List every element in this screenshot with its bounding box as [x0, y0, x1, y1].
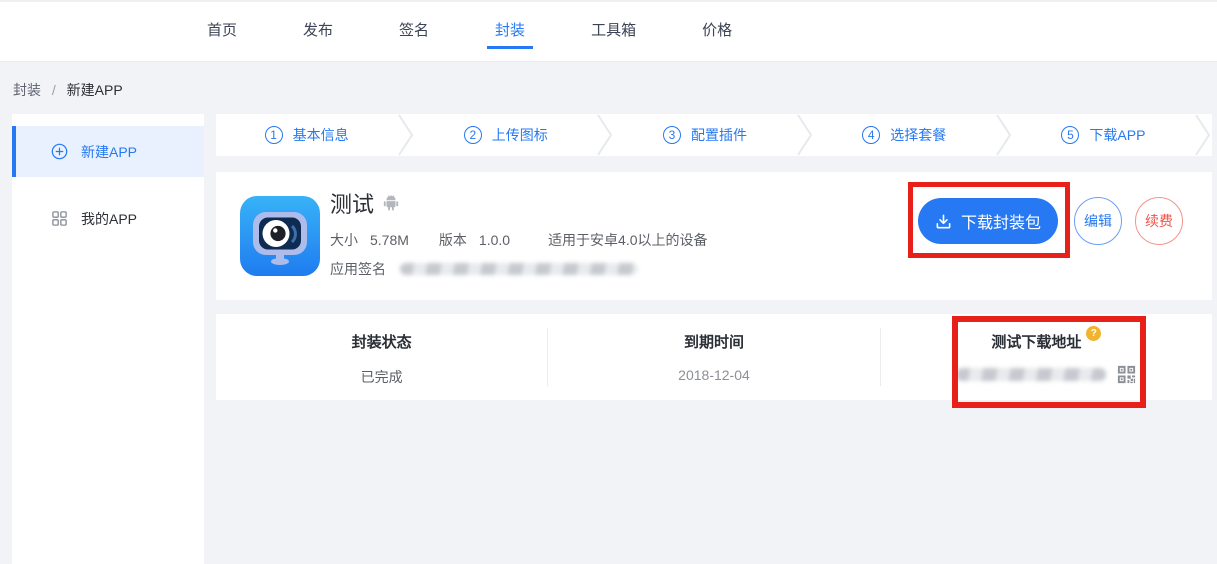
- step-label: 选择套餐: [890, 125, 946, 145]
- sidebar-item-label: 我的APP: [81, 209, 137, 229]
- breadcrumb-separator: /: [52, 82, 56, 98]
- breadcrumb: 封装 / 新建APP: [13, 80, 123, 100]
- step-number-badge: 5: [1061, 126, 1079, 144]
- step-number-badge: 2: [464, 126, 482, 144]
- test-download-url-label: 测试下载地址: [991, 331, 1081, 352]
- help-icon[interactable]: ?: [1086, 326, 1101, 341]
- step-label: 基本信息: [293, 125, 349, 145]
- signature-redacted-value: [400, 263, 638, 275]
- test-download-url-column: 测试下载地址 ?: [881, 314, 1212, 400]
- app-meta: 大小 5.78M 版本 1.0.0 适用于安卓4.0以上的设备: [330, 230, 708, 250]
- step-configure-plugins[interactable]: 3 配置插件: [614, 114, 795, 156]
- size-label: 大小: [330, 230, 358, 250]
- version-label: 版本: [439, 230, 467, 250]
- expiry-date-label: 到期时间: [684, 331, 744, 352]
- app-info: 测试 大小 5.78M 版本 1.0.0 适用于安卓4.0以上的设备 应用签名: [330, 187, 708, 279]
- edit-button[interactable]: 编辑: [1074, 197, 1122, 245]
- qr-code-icon[interactable]: [1116, 364, 1137, 385]
- main-nav: 首页 发布 签名 封装 工具箱 价格: [0, 2, 1217, 61]
- chevron-right-icon: [397, 114, 415, 156]
- chevron-right-icon: [596, 114, 614, 156]
- app-summary-card: 测试 大小 5.78M 版本 1.0.0 适用于安卓4.0以上的设备 应用签名: [216, 172, 1212, 300]
- status-card: 封装状态 已完成 到期时间 2018-12-04 测试下载地址 ?: [216, 314, 1212, 400]
- nav-item-toolbox[interactable]: 工具箱: [583, 14, 644, 49]
- android-icon: [382, 194, 400, 212]
- size-value: 5.78M: [370, 232, 409, 248]
- top-nav-bar: 首页 发布 签名 封装 工具箱 价格: [0, 0, 1217, 62]
- app-signature-row: 应用签名: [330, 259, 708, 279]
- breadcrumb-current: 新建APP: [67, 82, 123, 98]
- grid-icon: [51, 210, 68, 227]
- step-label: 下载APP: [1089, 125, 1145, 145]
- nav-item-home[interactable]: 首页: [199, 14, 245, 49]
- signature-label: 应用签名: [330, 259, 386, 279]
- step-basic-info[interactable]: 1 基本信息: [216, 114, 397, 156]
- chevron-right-icon: [995, 114, 1013, 156]
- breadcrumb-section[interactable]: 封装: [13, 82, 41, 98]
- download-package-button[interactable]: 下载封装包: [918, 198, 1058, 244]
- step-select-plan[interactable]: 4 选择套餐: [814, 114, 995, 156]
- package-status-value: 已完成: [361, 367, 403, 387]
- sidebar-item-new-app[interactable]: 新建APP: [12, 126, 204, 177]
- sidebar-item-my-app[interactable]: 我的APP: [12, 193, 204, 244]
- renew-button[interactable]: 续费: [1135, 197, 1183, 245]
- download-icon: [935, 213, 952, 230]
- download-url-redacted-value[interactable]: [956, 368, 1106, 381]
- step-number-badge: 4: [862, 126, 880, 144]
- app-packaging-page: 首页 发布 签名 封装 工具箱 价格 封装 / 新建APP 新建APP: [0, 0, 1217, 564]
- package-status-column: 封装状态 已完成: [216, 314, 547, 400]
- chevron-right-icon: [1194, 114, 1212, 156]
- app-icon: [240, 196, 320, 276]
- step-number-badge: 3: [663, 126, 681, 144]
- nav-item-sign[interactable]: 签名: [391, 14, 437, 49]
- step-number-badge: 1: [265, 126, 283, 144]
- step-upload-icon[interactable]: 2 上传图标: [415, 114, 596, 156]
- version-value: 1.0.0: [479, 232, 510, 248]
- sidebar-item-label: 新建APP: [81, 142, 137, 162]
- step-label: 上传图标: [492, 125, 548, 145]
- wizard-steps-bar: 1 基本信息 2 上传图标 3 配置插件 4 选择套餐 5 下载APP: [216, 114, 1212, 156]
- plus-circle-icon: [51, 143, 68, 160]
- compatibility-text: 适用于安卓4.0以上的设备: [548, 230, 707, 250]
- step-label: 配置插件: [691, 125, 747, 145]
- nav-item-package[interactable]: 封装: [487, 14, 533, 49]
- expiry-date-column: 到期时间 2018-12-04: [548, 314, 879, 400]
- expiry-date-value: 2018-12-04: [678, 367, 750, 383]
- nav-item-pricing[interactable]: 价格: [694, 14, 740, 49]
- package-status-label: 封装状态: [352, 331, 412, 352]
- app-name: 测试: [330, 187, 374, 219]
- step-download-app[interactable]: 5 下载APP: [1013, 114, 1194, 156]
- chevron-right-icon: [796, 114, 814, 156]
- download-package-label: 下载封装包: [961, 209, 1041, 233]
- sidebar: 新建APP 我的APP: [12, 114, 204, 564]
- nav-item-publish[interactable]: 发布: [295, 14, 341, 49]
